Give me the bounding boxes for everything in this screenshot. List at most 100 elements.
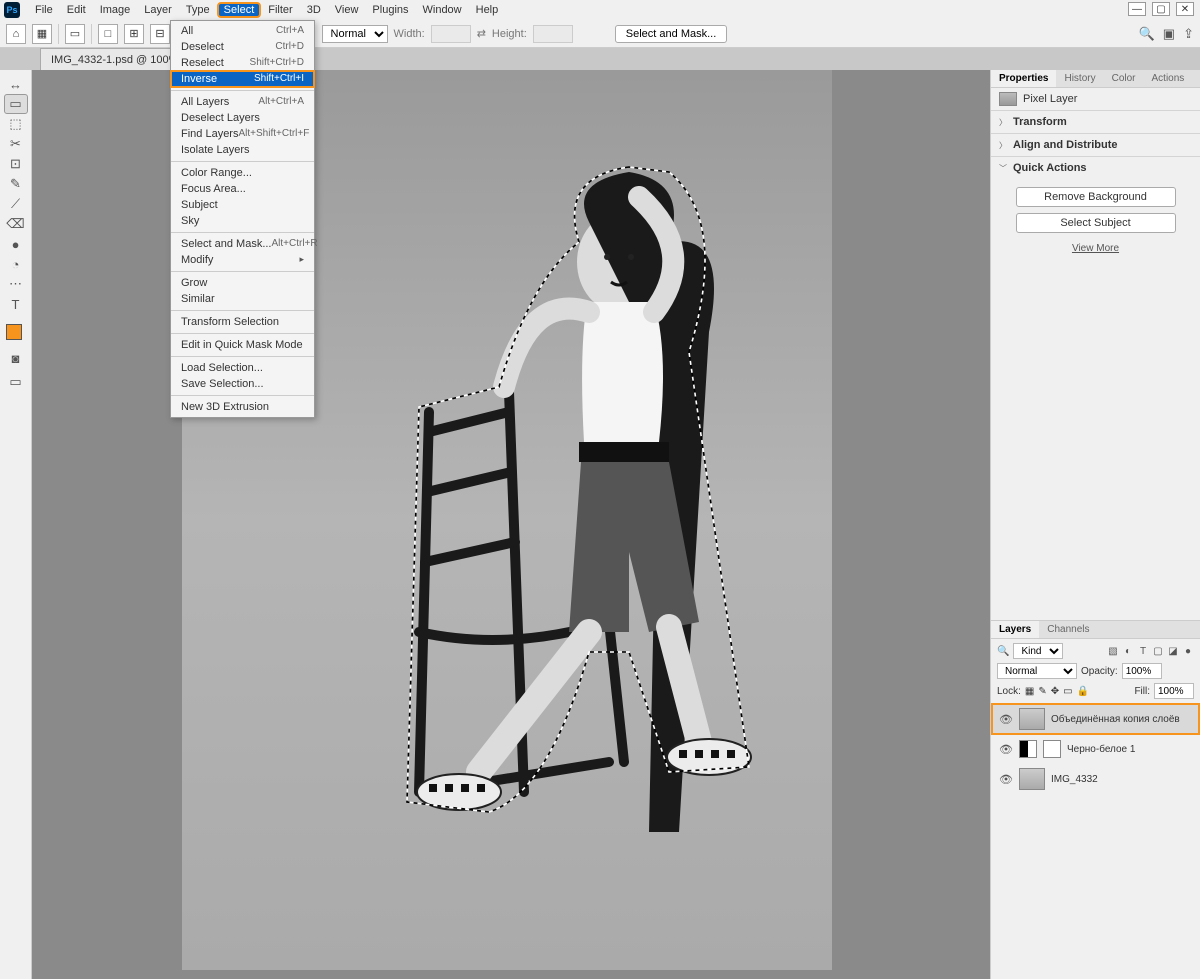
quick-mask-icon[interactable]: ◙ [4, 348, 28, 368]
transform-section[interactable]: 〉 Transform [991, 110, 1200, 133]
marquee-tool-icon[interactable]: ▭ [65, 24, 85, 44]
new-selection-icon[interactable]: □ [98, 24, 118, 44]
grid-icon[interactable]: ▦ [32, 24, 52, 44]
menu-item-focus-area[interactable]: Focus Area... [171, 181, 314, 197]
width-input[interactable] [431, 25, 471, 43]
lock-transparency-icon[interactable]: ▦ [1025, 686, 1034, 697]
visibility-icon[interactable]: 👁 [999, 713, 1013, 726]
minimize-button[interactable]: — [1128, 2, 1146, 16]
lock-pixels-icon[interactable]: ✎ [1038, 686, 1046, 697]
tool-8[interactable]: ● [4, 234, 28, 254]
menu-item-color-range[interactable]: Color Range... [171, 165, 314, 181]
menu-3d[interactable]: 3D [300, 2, 328, 18]
screen-mode-icon[interactable]: ▭ [4, 372, 28, 392]
menu-image[interactable]: Image [93, 2, 138, 18]
filter-toggle-icon[interactable]: ● [1182, 645, 1194, 657]
height-input[interactable] [533, 25, 573, 43]
tool-3[interactable]: ✂ [4, 134, 28, 154]
tool-4[interactable]: ⊡ [4, 154, 28, 174]
blend-mode-select[interactable]: Normal [997, 663, 1077, 679]
filter-shape-icon[interactable]: ▢ [1152, 645, 1164, 657]
opacity-input[interactable] [1122, 663, 1162, 679]
menu-window[interactable]: Window [416, 2, 469, 18]
filter-smart-icon[interactable]: ◪ [1167, 645, 1179, 657]
visibility-icon[interactable]: 👁 [999, 773, 1013, 786]
menu-item-all[interactable]: AllCtrl+A [171, 23, 314, 39]
layer-row[interactable]: 👁IMG_4332 [991, 763, 1200, 795]
filter-adjust-icon[interactable]: ◐ [1122, 645, 1134, 657]
style-select[interactable]: Normal [322, 25, 388, 43]
menu-type[interactable]: Type [179, 2, 217, 18]
panel-tab-channels[interactable]: Channels [1039, 621, 1097, 638]
select-and-mask-button[interactable]: Select and Mask... [615, 25, 728, 43]
color-swatch[interactable] [6, 324, 26, 344]
tool-6[interactable]: ⟋ [4, 194, 28, 214]
menu-item-sky[interactable]: Sky [171, 213, 314, 229]
menu-item-isolate-layers[interactable]: Isolate Layers [171, 142, 314, 158]
view-more-link[interactable]: View More [1072, 243, 1119, 254]
add-selection-icon[interactable]: ⊞ [124, 24, 144, 44]
foreground-color[interactable] [6, 324, 22, 340]
menu-item-find-layers[interactable]: Find LayersAlt+Shift+Ctrl+F [171, 126, 314, 142]
search-icon[interactable]: 🔍 [1139, 26, 1155, 42]
panel-tab-swatches[interactable]: Swatches [1192, 70, 1200, 87]
tool-2[interactable]: ⬚ [4, 114, 28, 134]
swap-icon[interactable]: ⇄ [477, 27, 486, 40]
align-distribute-section[interactable]: 〉 Align and Distribute [991, 133, 1200, 156]
tool-5[interactable]: ✎ [4, 174, 28, 194]
menu-filter[interactable]: Filter [261, 2, 299, 18]
tool-10[interactable]: ⋯ [4, 274, 28, 294]
menu-file[interactable]: File [28, 2, 60, 18]
visibility-icon[interactable]: 👁 [999, 743, 1013, 756]
menu-item-deselect-layers[interactable]: Deselect Layers [171, 110, 314, 126]
layer-row[interactable]: 👁Объединённая копия слоёв [991, 703, 1200, 735]
menu-item-all-layers[interactable]: All LayersAlt+Ctrl+A [171, 94, 314, 110]
tool-11[interactable]: T [4, 294, 28, 314]
lock-artboard-icon[interactable]: ▭ [1063, 686, 1072, 697]
select-subject-button[interactable]: Select Subject [1016, 213, 1176, 233]
menu-select[interactable]: Select [217, 2, 262, 18]
fill-input[interactable] [1154, 683, 1194, 699]
menu-item-reselect[interactable]: ReselectShift+Ctrl+D [171, 55, 314, 71]
panel-tab-actions[interactable]: Actions [1144, 70, 1193, 87]
quick-actions-section[interactable]: ﹀ Quick Actions [991, 156, 1200, 179]
panel-tab-color[interactable]: Color [1104, 70, 1144, 87]
menu-view[interactable]: View [328, 2, 366, 18]
menu-help[interactable]: Help [469, 2, 506, 18]
filter-type-icon[interactable]: T [1137, 645, 1149, 657]
menu-item-load-selection[interactable]: Load Selection... [171, 360, 314, 376]
panel-tab-properties[interactable]: Properties [991, 70, 1056, 87]
subtract-selection-icon[interactable]: ⊟ [150, 24, 170, 44]
lock-position-icon[interactable]: ✥ [1051, 686, 1059, 697]
tool-7[interactable]: ⌫ [4, 214, 28, 234]
home-icon[interactable]: ⌂ [6, 24, 26, 44]
layer-kind-select[interactable]: Kind [1013, 643, 1063, 659]
remove-background-button[interactable]: Remove Background [1016, 187, 1176, 207]
maximize-button[interactable]: ▢ [1152, 2, 1170, 16]
menu-layer[interactable]: Layer [137, 2, 179, 18]
tool-1[interactable]: ▭ [4, 94, 28, 114]
menu-item-subject[interactable]: Subject [171, 197, 314, 213]
menu-item-deselect[interactable]: DeselectCtrl+D [171, 39, 314, 55]
tool-0[interactable]: ↔ [4, 74, 28, 94]
close-window-button[interactable]: ✕ [1176, 2, 1194, 16]
tool-9[interactable]: ◔ [4, 254, 28, 274]
panel-tab-layers[interactable]: Layers [991, 621, 1039, 638]
share-icon[interactable]: ⇪ [1183, 26, 1194, 42]
menu-edit[interactable]: Edit [60, 2, 93, 18]
menu-item-new-3d-extrusion[interactable]: New 3D Extrusion [171, 399, 314, 415]
menu-item-modify[interactable]: Modify [171, 252, 314, 268]
menu-item-transform-selection[interactable]: Transform Selection [171, 314, 314, 330]
menu-item-select-and-mask[interactable]: Select and Mask...Alt+Ctrl+R [171, 236, 314, 252]
menu-plugins[interactable]: Plugins [365, 2, 415, 18]
workspace-icon[interactable]: ▣ [1163, 26, 1175, 42]
menu-item-save-selection[interactable]: Save Selection... [171, 376, 314, 392]
panel-tab-history[interactable]: History [1056, 70, 1103, 87]
menu-item-inverse[interactable]: InverseShift+Ctrl+I [171, 71, 314, 87]
menu-item-grow[interactable]: Grow [171, 275, 314, 291]
layer-row[interactable]: 👁Черно-белое 1 [991, 735, 1200, 763]
menu-item-similar[interactable]: Similar [171, 291, 314, 307]
lock-all-icon[interactable]: 🔒 [1077, 686, 1089, 697]
filter-pixel-icon[interactable]: ▧ [1107, 645, 1119, 657]
menu-item-edit-in-quick-mask-mode[interactable]: Edit in Quick Mask Mode [171, 337, 314, 353]
